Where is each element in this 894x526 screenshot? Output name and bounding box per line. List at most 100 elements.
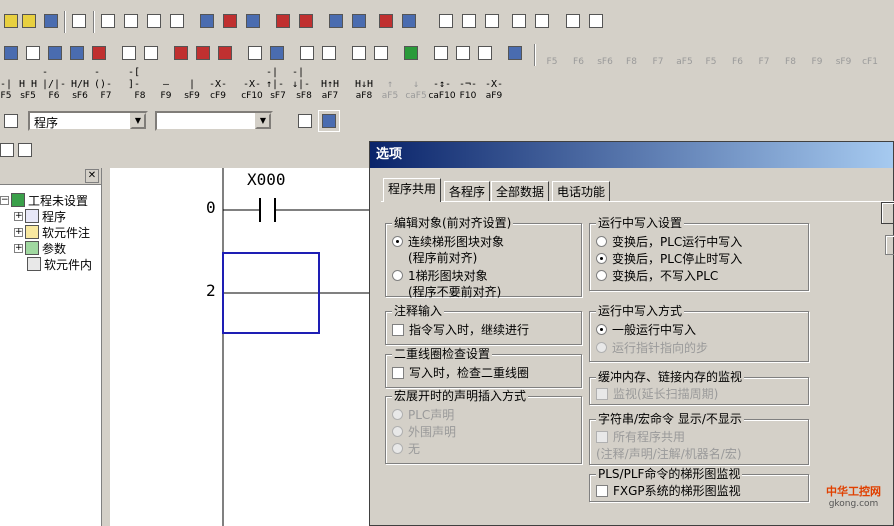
- declaration-icon[interactable]: [88, 42, 110, 64]
- ladder-edit-icon[interactable]: [170, 42, 192, 64]
- fkey-sf5[interactable]: H HsF5: [16, 76, 40, 102]
- tree-item-parameter[interactable]: + 参数: [14, 240, 66, 256]
- fkey-f10[interactable]: -¬- F10: [456, 76, 480, 102]
- cancel-button[interactable]: [885, 235, 894, 255]
- all-programs-common-checkbox[interactable]: 所有程序共用: [596, 429, 685, 445]
- fkey-f7[interactable]: -()- F7: [94, 67, 118, 102]
- radio-selected[interactable]: [392, 236, 403, 247]
- radio[interactable]: [596, 270, 607, 281]
- branch-icon[interactable]: [348, 42, 370, 64]
- data-list-icon[interactable]: [508, 10, 530, 32]
- tree-root[interactable]: − 工程未设置: [0, 192, 88, 208]
- fkey-sf7[interactable]: -|↑|- sF7: [266, 67, 290, 102]
- expand-icon[interactable]: +: [14, 243, 23, 253]
- print-icon[interactable]: [68, 10, 90, 32]
- sfc-fkey-f8[interactable]: F8: [620, 42, 644, 68]
- sfc-fkey-f5[interactable]: F5: [699, 42, 723, 68]
- tree-item-program[interactable]: + 程序: [14, 208, 66, 224]
- device-search-icon[interactable]: [375, 10, 397, 32]
- ladder-comment-icon[interactable]: [192, 42, 214, 64]
- sfc-fkey-f6[interactable]: F6: [726, 42, 750, 68]
- monitor-stop-icon[interactable]: [295, 10, 317, 32]
- fkey-caf5[interactable]: ↓ caF5: [404, 76, 428, 102]
- fkey-f6[interactable]: -|/|- F6: [42, 67, 66, 102]
- sfc-fkey-f5[interactable]: F5: [540, 42, 564, 68]
- find-icon[interactable]: [196, 10, 218, 32]
- zoom-out-icon[interactable]: [348, 10, 370, 32]
- monitor-start-icon[interactable]: [272, 10, 294, 32]
- project-data-icon[interactable]: [14, 139, 36, 161]
- sfc-fkey-f7[interactable]: F7: [646, 42, 670, 68]
- write-while-running-radio[interactable]: 变换后，PLC运行中写入: [596, 234, 742, 250]
- pointer-step-radio[interactable]: 运行指针指向的步: [596, 340, 708, 356]
- parameter-icon[interactable]: [562, 10, 584, 32]
- sfc-fkey-cf1[interactable]: cF1: [858, 42, 882, 68]
- comment-icon[interactable]: [66, 42, 88, 64]
- zoom-in-icon[interactable]: [325, 10, 347, 32]
- sfc-fkey-f9[interactable]: F9: [805, 42, 829, 68]
- device-memory-icon[interactable]: [585, 10, 607, 32]
- jump-icon[interactable]: [370, 42, 392, 64]
- convert-icon[interactable]: [118, 42, 140, 64]
- sfc-fkey-sf9[interactable]: sF9: [832, 42, 856, 68]
- block-icon[interactable]: [504, 42, 526, 64]
- radio[interactable]: [392, 443, 403, 454]
- radio[interactable]: [392, 409, 403, 420]
- tab-phone-function[interactable]: 电话功能: [552, 181, 611, 201]
- cut-icon[interactable]: [97, 10, 119, 32]
- sfc-icon[interactable]: [44, 42, 66, 64]
- paste-icon[interactable]: [143, 10, 165, 32]
- cross-reference-icon[interactable]: [242, 10, 264, 32]
- read-plc-icon[interactable]: [458, 10, 480, 32]
- fkey-sf6[interactable]: H/H sF6: [68, 76, 92, 102]
- convert-all-icon[interactable]: [140, 42, 162, 64]
- radio[interactable]: [596, 236, 607, 247]
- radio-selected[interactable]: [596, 253, 607, 264]
- no-declaration-radio[interactable]: 无: [392, 441, 420, 457]
- radio[interactable]: [596, 342, 607, 353]
- copy-icon[interactable]: [120, 10, 142, 32]
- table-icon[interactable]: [244, 42, 266, 64]
- continue-on-write-checkbox[interactable]: 指令写入时，继续进行: [392, 322, 529, 338]
- checkbox[interactable]: [392, 367, 404, 379]
- sfc-fkey-f7[interactable]: F7: [752, 42, 776, 68]
- radio[interactable]: [392, 426, 403, 437]
- expand-icon[interactable]: +: [14, 227, 23, 237]
- list-icon[interactable]: [22, 42, 44, 64]
- checkbox[interactable]: [596, 485, 608, 497]
- replace-icon[interactable]: [219, 10, 241, 32]
- search-step-icon[interactable]: [400, 42, 422, 64]
- check-double-coil-checkbox[interactable]: 写入时，检查二重线圈: [392, 365, 529, 381]
- tree-item-device-comment[interactable]: + 软元件注: [14, 224, 90, 240]
- chevron-down-icon[interactable]: ▼: [130, 113, 146, 129]
- open-folder-icon[interactable]: [18, 10, 40, 32]
- secondary-select[interactable]: ▼: [155, 111, 273, 131]
- single-block-radio[interactable]: 1梯形图块对象 (程序不要前对齐): [392, 268, 501, 300]
- continuous-block-radio[interactable]: 连续梯形图块对象 (程序前对齐): [392, 234, 504, 266]
- fkey-sf9[interactable]: | sF9: [180, 76, 204, 102]
- ladder-write-icon[interactable]: [214, 42, 236, 64]
- checkbox[interactable]: [392, 324, 404, 336]
- close-icon[interactable]: ✕: [85, 169, 99, 183]
- write-when-stopped-radio[interactable]: 变换后，PLC停止时写入: [596, 251, 742, 267]
- normal-run-write-radio[interactable]: 一般运行中写入: [596, 322, 696, 338]
- peripheral-declaration-radio[interactable]: 外围声明: [392, 424, 456, 440]
- fkey-af7[interactable]: H↑H aF7: [318, 76, 342, 102]
- sfc-fkey-f8[interactable]: F8: [779, 42, 803, 68]
- tree-icon[interactable]: [318, 110, 340, 132]
- collapse-icon[interactable]: −: [0, 195, 9, 205]
- program-mode-select[interactable]: 程序 ▼: [28, 111, 148, 131]
- doc-icon[interactable]: [294, 110, 316, 132]
- undo-icon[interactable]: [166, 10, 188, 32]
- monitor-icon[interactable]: [266, 42, 288, 64]
- no-write-radio[interactable]: 变换后，不写入PLC: [596, 268, 718, 284]
- sfc-fkey-af5[interactable]: aF5: [673, 42, 697, 68]
- chevron-down-icon[interactable]: ▼: [255, 113, 271, 129]
- fkey-af8[interactable]: H↓H aF8: [352, 76, 376, 102]
- fkey-af9[interactable]: -X-aF9: [482, 76, 506, 102]
- checkbox[interactable]: [596, 388, 608, 400]
- tab-program-common[interactable]: 程序共用: [383, 178, 442, 202]
- sfc-fkey-f6[interactable]: F6: [567, 42, 591, 68]
- fkey-sf8[interactable]: -|↓|- sF8: [292, 67, 316, 102]
- fkey-f9[interactable]: — F9: [154, 76, 178, 102]
